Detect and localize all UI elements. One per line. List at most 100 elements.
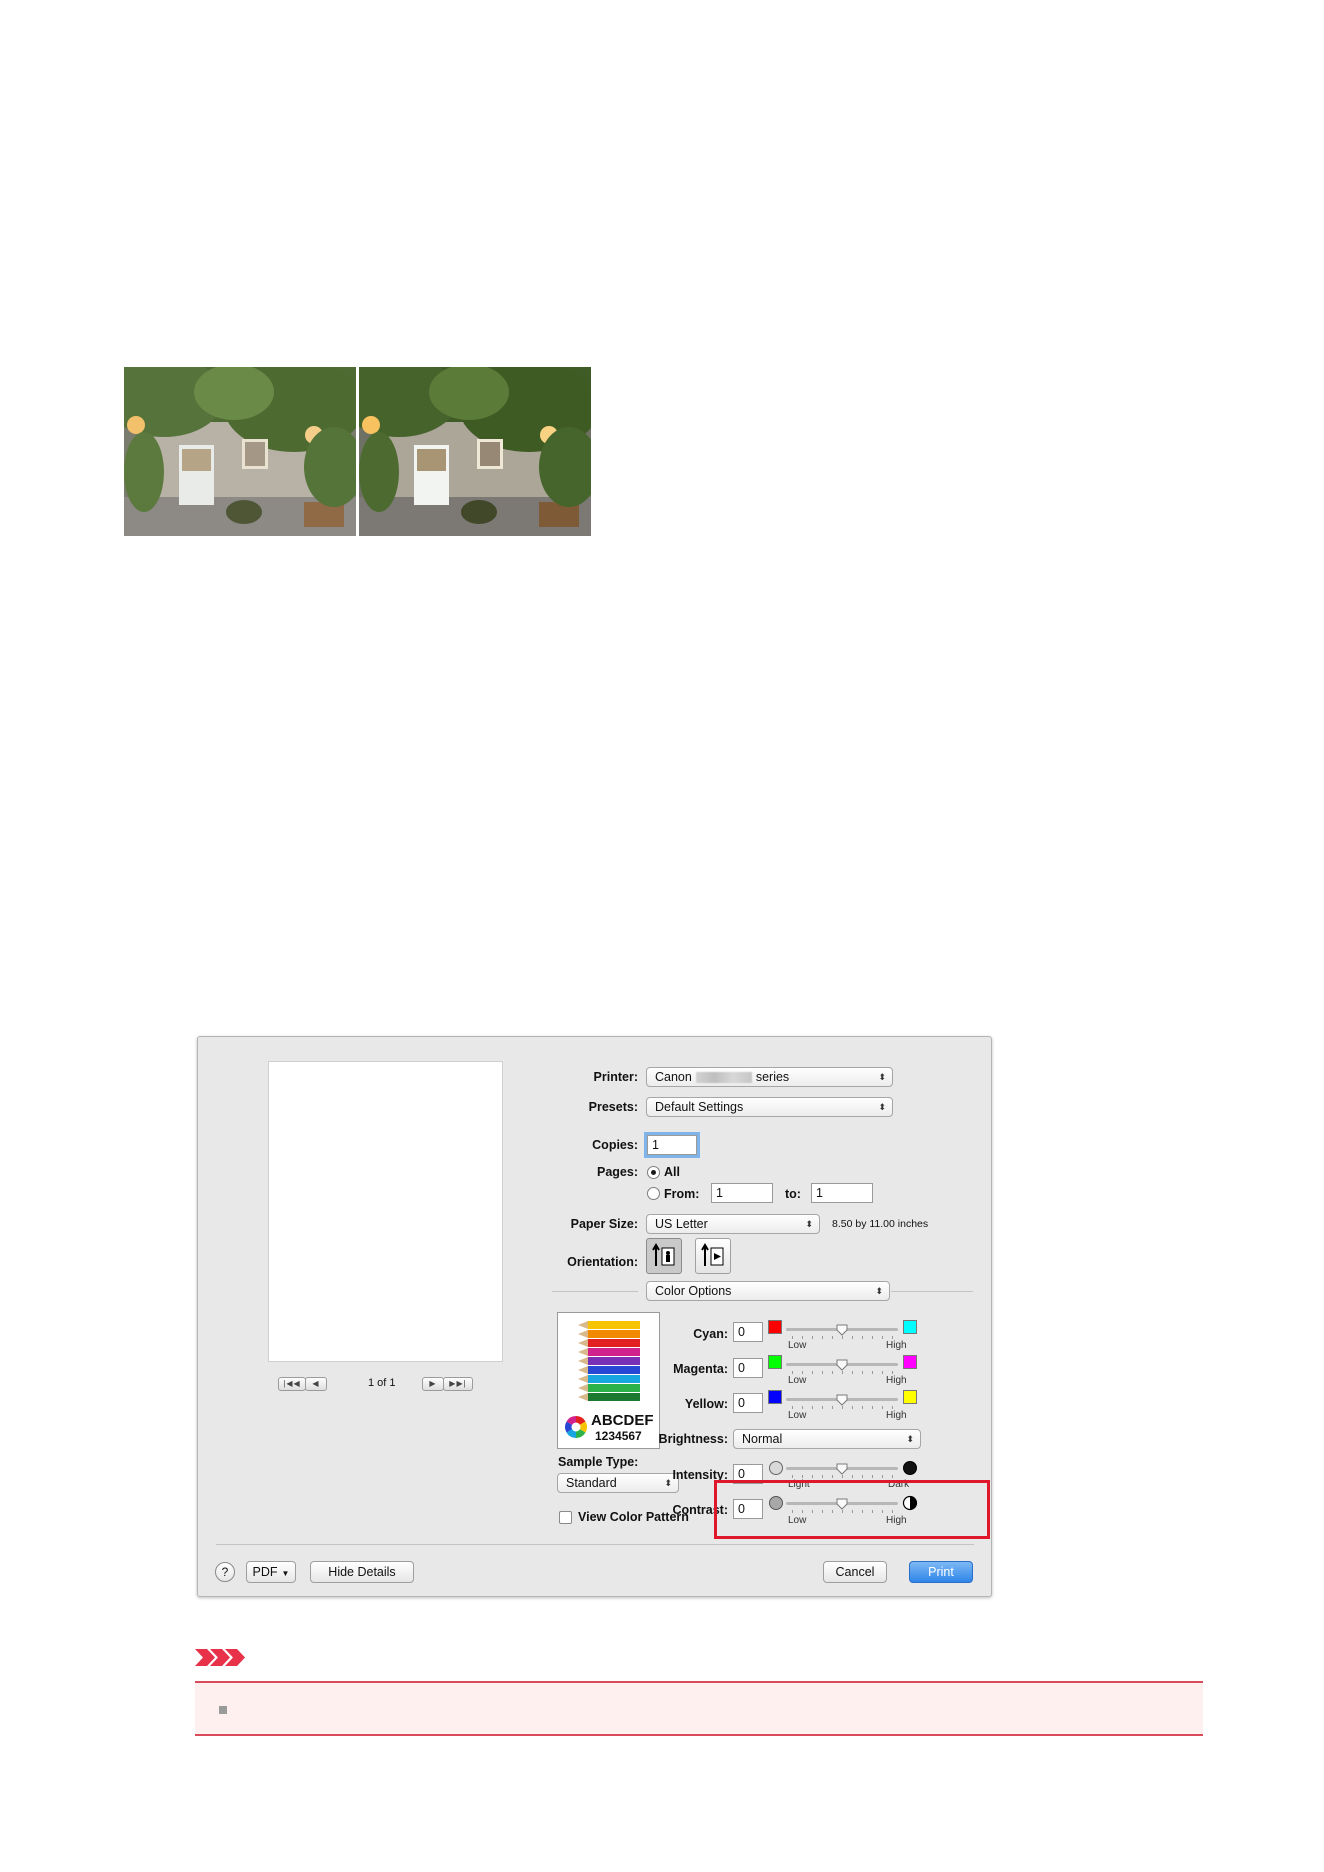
slider-tick [862, 1406, 863, 1409]
magenta-low-label: Low [788, 1375, 807, 1386]
magenta-high-swatch [903, 1355, 917, 1369]
paper-size-label: Paper Size: [570, 1217, 638, 1231]
footer-separator [216, 1544, 974, 1545]
cyan-label: Cyan: [693, 1327, 728, 1341]
section-select[interactable]: Color Options ⬍ [646, 1281, 890, 1301]
dark-circle-icon [903, 1461, 917, 1475]
printer-name-suffix: series [755, 1070, 790, 1084]
slider-tick [852, 1371, 853, 1374]
yellow-high-swatch [903, 1390, 917, 1404]
magenta-low-swatch [768, 1355, 782, 1369]
magenta-high-label: High [886, 1375, 907, 1386]
paper-size-select[interactable]: US Letter ⬍ [646, 1214, 820, 1234]
slider-tick [892, 1336, 893, 1339]
slider-tick [862, 1336, 863, 1339]
brightness-value: Normal [742, 1432, 783, 1446]
cyan-low-label: Low [788, 1340, 807, 1351]
pages-to-label: to: [785, 1187, 801, 1201]
printer-name-prefix: Canon [655, 1070, 692, 1084]
yellow-low-label: Low [788, 1410, 807, 1421]
brightness-label: Brightness: [658, 1432, 728, 1446]
cyan-high-swatch [903, 1320, 917, 1334]
updown-arrows-icon: ⬍ [878, 1072, 886, 1082]
slider-tick [812, 1406, 813, 1409]
redacted-model [695, 1072, 752, 1084]
magenta-field[interactable]: 0 [733, 1358, 763, 1378]
slider-tick [832, 1475, 833, 1478]
view-color-pattern-checkbox[interactable] [559, 1511, 572, 1524]
brightness-select[interactable]: Normal ⬍ [733, 1429, 921, 1449]
copies-label: Copies: [592, 1138, 638, 1152]
photo-after [359, 367, 591, 536]
photo-before [124, 367, 356, 536]
paper-dimensions: 8.50 by 11.00 inches [832, 1218, 929, 1230]
pages-to-field[interactable]: 1 [811, 1183, 873, 1203]
slider-tick [802, 1406, 803, 1409]
sample-type-label: Sample Type: [558, 1455, 639, 1469]
cyan-field[interactable]: 0 [733, 1322, 763, 1342]
slider-tick [872, 1406, 873, 1409]
last-page-button[interactable]: ▶▶| [443, 1377, 473, 1391]
slider-tick [822, 1336, 823, 1339]
slider-tick [802, 1475, 803, 1478]
pages-from-radio[interactable] [647, 1187, 660, 1200]
slider-knob-icon[interactable] [836, 1324, 848, 1336]
yellow-field[interactable]: 0 [733, 1393, 763, 1413]
portrait-button[interactable] [646, 1238, 682, 1274]
color-sample: ABCDEF 1234567 [557, 1312, 660, 1449]
landscape-button[interactable] [695, 1238, 731, 1274]
paper-size-value: US Letter [655, 1217, 708, 1231]
cyan-low-swatch [768, 1320, 782, 1334]
slider-tick [842, 1475, 843, 1478]
pages-from-label: From: [664, 1187, 700, 1201]
slider-tick [852, 1336, 853, 1339]
portrait-icon [652, 1243, 675, 1266]
dropdown-arrow-icon: ▼ [281, 1569, 290, 1578]
slider-tick [822, 1406, 823, 1409]
pdf-label: PDF [252, 1565, 278, 1579]
updown-arrows-icon: ⬍ [878, 1102, 886, 1112]
slider-tick [822, 1371, 823, 1374]
pages-label: Pages: [597, 1165, 638, 1179]
copies-field[interactable]: 1 [647, 1135, 697, 1155]
slider-knob-icon[interactable] [836, 1359, 848, 1371]
updown-arrows-icon: ⬍ [875, 1286, 883, 1296]
slider-tick [842, 1336, 843, 1339]
pages-all-radio[interactable] [647, 1166, 660, 1179]
cancel-button[interactable]: Cancel [823, 1561, 887, 1583]
important-note-box [195, 1681, 1203, 1736]
slider-tick [862, 1371, 863, 1374]
printer-label: Printer: [593, 1070, 638, 1084]
first-page-button[interactable]: |◀◀ [278, 1377, 306, 1391]
slider-tick [792, 1371, 793, 1374]
next-page-button[interactable]: ▶ [422, 1377, 444, 1391]
help-button[interactable]: ? [215, 1562, 235, 1582]
pdf-menu-button[interactable]: PDF ▼ [246, 1561, 296, 1583]
previous-page-button[interactable]: ◀ [305, 1377, 327, 1391]
separator-right [891, 1291, 973, 1292]
presets-select[interactable]: Default Settings ⬍ [646, 1097, 893, 1117]
pages-from-field[interactable]: 1 [711, 1183, 773, 1203]
slider-knob-icon[interactable] [836, 1463, 848, 1475]
light-circle-icon [769, 1461, 783, 1475]
hide-details-button[interactable]: Hide Details [310, 1561, 414, 1583]
slider-tick [812, 1336, 813, 1339]
slider-tick [842, 1406, 843, 1409]
yellow-low-swatch [768, 1390, 782, 1404]
slider-tick [792, 1336, 793, 1339]
important-chevrons-icon [195, 1649, 245, 1666]
section-value: Color Options [655, 1284, 732, 1298]
slider-tick [882, 1475, 883, 1478]
bullet-icon [219, 1706, 227, 1714]
print-button[interactable]: Print [909, 1561, 973, 1583]
printer-select[interactable]: Canon series ⬍ [646, 1067, 893, 1087]
slider-tick [802, 1336, 803, 1339]
slider-tick [792, 1406, 793, 1409]
slider-knob-icon[interactable] [836, 1394, 848, 1406]
slider-tick [892, 1406, 893, 1409]
color-wheel-icon [565, 1416, 587, 1438]
slider-tick [872, 1371, 873, 1374]
page-indicator: 1 of 1 [368, 1377, 396, 1389]
updown-arrows-icon: ⬍ [805, 1219, 813, 1229]
slider-tick [832, 1371, 833, 1374]
